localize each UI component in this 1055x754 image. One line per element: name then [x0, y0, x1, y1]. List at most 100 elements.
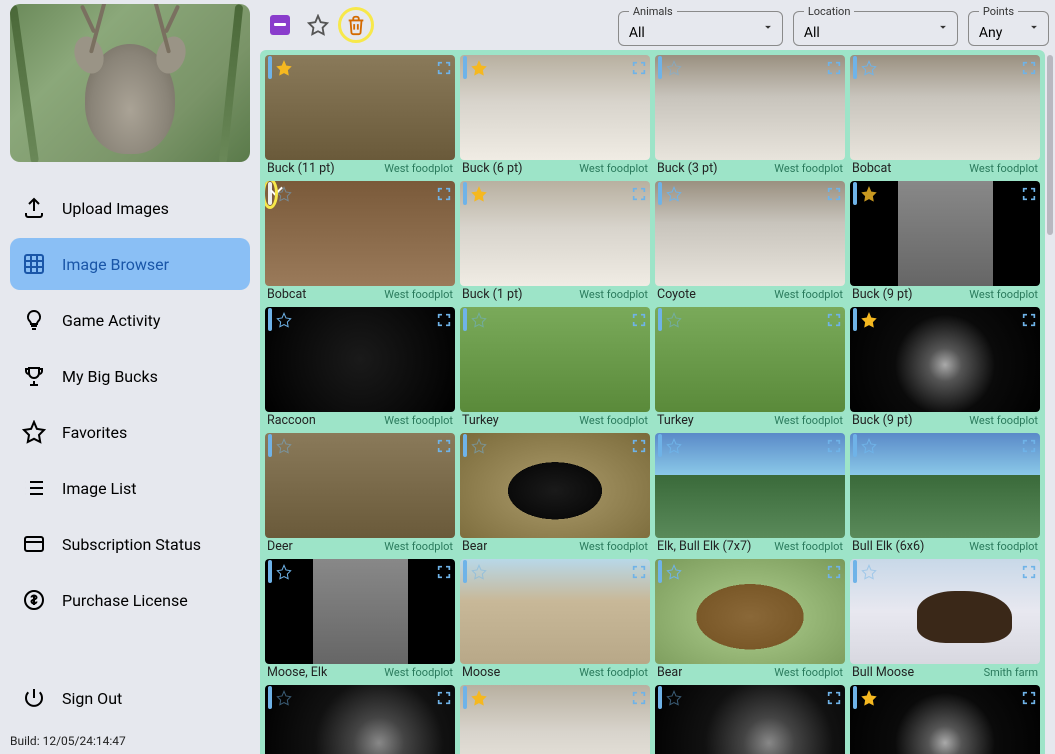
expand-icon[interactable]	[1021, 564, 1037, 580]
expand-icon[interactable]	[631, 312, 647, 328]
thumbnail[interactable]	[850, 307, 1040, 412]
select-checkbox[interactable]	[853, 182, 857, 205]
thumbnail[interactable]	[655, 55, 845, 160]
favorite-star[interactable]	[861, 60, 877, 76]
filter-points[interactable]: Points Any	[968, 5, 1049, 46]
expand-icon[interactable]	[1021, 60, 1037, 76]
thumbnail[interactable]	[460, 559, 650, 664]
thumbnail[interactable]	[265, 433, 455, 538]
expand-icon[interactable]	[436, 186, 452, 202]
favorite-star[interactable]	[276, 438, 292, 454]
expand-icon[interactable]	[1021, 438, 1037, 454]
expand-icon[interactable]	[631, 690, 647, 706]
favorite-star[interactable]	[666, 312, 682, 328]
grid-scroll[interactable]: Buck (11 pt)West foodplotBuck (6 pt)West…	[260, 50, 1055, 754]
favorite-star[interactable]	[471, 186, 487, 202]
favorite-star[interactable]	[666, 60, 682, 76]
select-checkbox[interactable]	[268, 686, 272, 709]
sidebar-item-upload[interactable]: Upload Images	[10, 182, 250, 234]
thumbnail[interactable]	[850, 559, 1040, 664]
favorite-star[interactable]	[861, 312, 877, 328]
expand-icon[interactable]	[1021, 186, 1037, 202]
sidebar-item-activity[interactable]: Game Activity	[10, 294, 250, 346]
expand-icon[interactable]	[1021, 312, 1037, 328]
favorite-star[interactable]	[471, 690, 487, 706]
expand-icon[interactable]	[826, 438, 842, 454]
favorite-star[interactable]	[276, 312, 292, 328]
thumbnail[interactable]	[850, 433, 1040, 538]
expand-icon[interactable]	[436, 564, 452, 580]
favorite-star[interactable]	[861, 438, 877, 454]
sidebar-item-imagelist[interactable]: Image List	[10, 462, 250, 514]
select-checkbox[interactable]	[463, 308, 467, 331]
delete-selected-button[interactable]	[342, 11, 370, 39]
scrollbar-thumb[interactable]	[1047, 55, 1053, 235]
select-checkbox[interactable]	[853, 434, 857, 457]
sidebar-item-signout[interactable]: Sign Out	[10, 672, 250, 724]
sidebar-item-bigbucks[interactable]: My Big Bucks	[10, 350, 250, 402]
select-checkbox[interactable]	[853, 686, 857, 709]
thumbnail[interactable]	[460, 307, 650, 412]
favorite-selected-button[interactable]	[304, 11, 332, 39]
thumbnail[interactable]	[265, 181, 455, 286]
favorite-star[interactable]	[666, 564, 682, 580]
favorite-star[interactable]	[276, 690, 292, 706]
select-checkbox[interactable]	[658, 434, 662, 457]
favorite-star[interactable]	[861, 564, 877, 580]
sidebar-item-subscription[interactable]: Subscription Status	[10, 518, 250, 570]
favorite-star[interactable]	[861, 186, 877, 202]
filter-location[interactable]: Location All	[793, 5, 958, 46]
favorite-star[interactable]	[471, 438, 487, 454]
thumbnail[interactable]	[655, 433, 845, 538]
select-checkbox[interactable]	[268, 434, 272, 457]
select-checkbox[interactable]	[268, 56, 272, 79]
expand-icon[interactable]	[436, 60, 452, 76]
sidebar-item-purchase[interactable]: Purchase License	[10, 574, 250, 626]
thumbnail[interactable]	[265, 559, 455, 664]
select-checkbox[interactable]	[463, 56, 467, 79]
expand-icon[interactable]	[631, 60, 647, 76]
favorite-star[interactable]	[471, 60, 487, 76]
expand-icon[interactable]	[1021, 690, 1037, 706]
select-checkbox[interactable]	[268, 560, 272, 583]
select-checkbox[interactable]	[853, 308, 857, 331]
thumbnail[interactable]	[655, 685, 845, 754]
expand-icon[interactable]	[436, 312, 452, 328]
thumbnail[interactable]	[655, 181, 845, 286]
favorite-star[interactable]	[276, 564, 292, 580]
select-all-toggle[interactable]	[266, 11, 294, 39]
sidebar-item-favorites[interactable]: Favorites	[10, 406, 250, 458]
favorite-star[interactable]	[666, 186, 682, 202]
select-checkbox[interactable]	[463, 686, 467, 709]
favorite-star[interactable]	[276, 60, 292, 76]
select-checkbox[interactable]	[268, 182, 272, 205]
thumbnail[interactable]	[460, 433, 650, 538]
select-checkbox[interactable]	[658, 56, 662, 79]
expand-icon[interactable]	[631, 186, 647, 202]
sidebar-item-browser[interactable]: Image Browser	[10, 238, 250, 290]
expand-icon[interactable]	[826, 312, 842, 328]
favorite-star[interactable]	[861, 690, 877, 706]
thumbnail[interactable]	[265, 685, 455, 754]
thumbnail[interactable]	[850, 685, 1040, 754]
thumbnail[interactable]	[460, 181, 650, 286]
thumbnail[interactable]	[265, 307, 455, 412]
thumbnail[interactable]	[655, 307, 845, 412]
select-checkbox[interactable]	[853, 560, 857, 583]
select-checkbox[interactable]	[658, 308, 662, 331]
favorite-star[interactable]	[471, 564, 487, 580]
select-checkbox[interactable]	[268, 308, 272, 331]
select-checkbox[interactable]	[658, 686, 662, 709]
select-checkbox[interactable]	[853, 56, 857, 79]
expand-icon[interactable]	[631, 438, 647, 454]
expand-icon[interactable]	[631, 564, 647, 580]
expand-icon[interactable]	[826, 186, 842, 202]
thumbnail[interactable]	[265, 55, 455, 160]
favorite-star[interactable]	[471, 312, 487, 328]
expand-icon[interactable]	[826, 60, 842, 76]
thumbnail[interactable]	[460, 55, 650, 160]
expand-icon[interactable]	[826, 690, 842, 706]
select-checkbox[interactable]	[463, 560, 467, 583]
favorite-star[interactable]	[666, 438, 682, 454]
thumbnail[interactable]	[655, 559, 845, 664]
